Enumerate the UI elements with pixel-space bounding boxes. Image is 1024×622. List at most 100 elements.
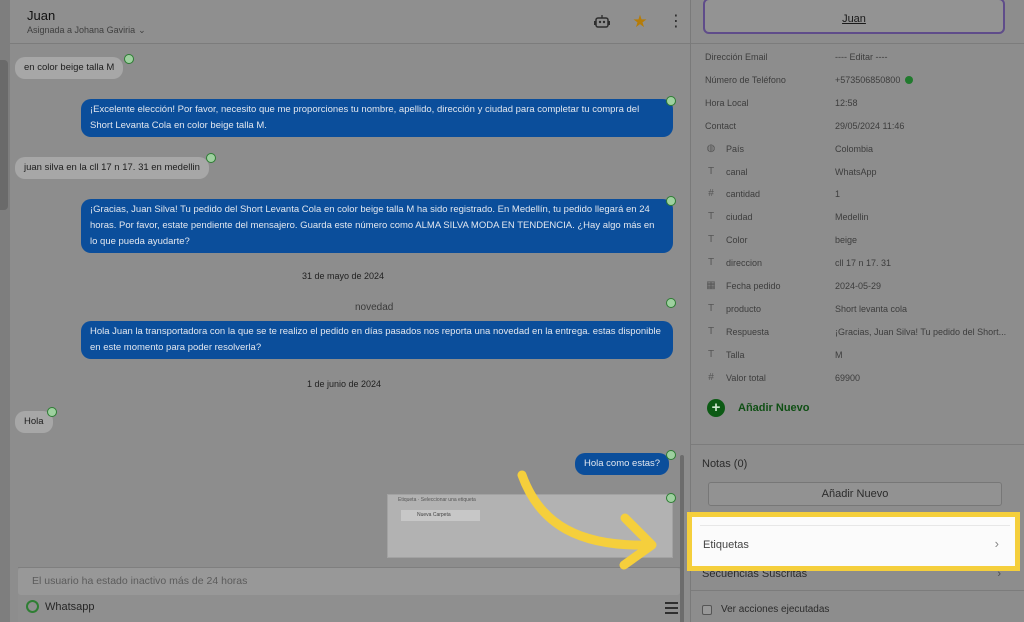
ver-acciones-row[interactable]: Ver acciones ejecutadas (702, 604, 829, 615)
assignee-dropdown[interactable]: Asignada a Johana Gaviria ⌄ (27, 25, 146, 36)
star-icon[interactable]: ★ (630, 12, 650, 32)
attachment-caption: Etiqueta · Seleccionar una etiqueta (398, 497, 476, 503)
field-row[interactable]: Tdireccion cll 17 n 17. 31 (705, 256, 1015, 272)
ver-acciones-checkbox[interactable] (702, 604, 712, 615)
date-separator: 1 de junio de 2024 (307, 379, 382, 389)
field-value: ¡Gracias, Juan Silva! Tu pedido del Shor… (835, 327, 1010, 337)
left-collapse-handle[interactable] (0, 60, 8, 210)
divider (700, 525, 1010, 526)
field-value: ---- Editar ---- (835, 52, 1010, 62)
text-icon: T (707, 302, 715, 314)
field-value: +573506850800 (835, 75, 1010, 85)
field-label: Dirección Email (705, 52, 768, 62)
field-value-text: WhatsApp (835, 166, 877, 177)
text-icon: T (707, 211, 715, 223)
field-row[interactable]: Dirección Email ---- Editar ---- (705, 50, 1015, 66)
field-row[interactable]: Hora Local 12:58 (705, 96, 1015, 112)
add-field-button[interactable]: + Añadir Nuevo (707, 399, 810, 417)
divider (691, 43, 1024, 44)
field-label: Fecha pedido (726, 281, 781, 291)
field-value: Colombia (835, 144, 1010, 154)
field-row[interactable]: ◍ País Colombia (705, 142, 1015, 158)
field-label: Talla (726, 349, 745, 360)
etiquetas-row-highlighted[interactable]: Etiquetas › (687, 512, 1020, 571)
calendar-icon: ▦ (706, 280, 716, 291)
field-value: beige (835, 235, 1010, 245)
field-value: WhatsApp (835, 167, 1010, 177)
message-outgoing: ¡Excelente elección! Por favor, necesito… (81, 99, 673, 137)
field-value: 69900 (835, 373, 1010, 383)
text-icon: T (707, 348, 715, 360)
whatsapp-icon (666, 96, 676, 106)
hash-icon: # (708, 188, 714, 200)
robot-icon[interactable] (592, 12, 612, 32)
field-value-text: 1 (835, 189, 841, 200)
field-row[interactable]: T Respuesta ¡Gracias, Juan Silva! Tu pedid… (705, 325, 1015, 341)
chevron-right-icon: › (994, 536, 999, 551)
chat-header: Juan Asignada a Johana Gaviria ⌄ ★ ⋮ (10, 0, 690, 44)
etiquetas-label: Etiquetas (703, 539, 749, 551)
field-row[interactable]: # Valor total 69900 (705, 371, 1015, 387)
attachment-chip: Nueva Carpeta (401, 510, 480, 521)
field-row[interactable]: # cantidad 1 (705, 187, 1015, 203)
field-row[interactable]: Tproducto Short levanta cola (705, 302, 1015, 318)
field-value-text: ---- Editar ---- (835, 52, 888, 62)
field-value-text: 2024-05-29 (835, 281, 882, 291)
field-label: canal (726, 166, 748, 177)
more-vertical-icon[interactable]: ⋮ (666, 12, 686, 32)
divider (691, 444, 1024, 445)
field-value: Short levanta cola (835, 304, 1010, 314)
field-value: M (835, 350, 1010, 360)
field-label: Valor total (726, 372, 766, 383)
field-value-text: 69900 (835, 372, 861, 383)
contact-name: Juan (27, 8, 56, 23)
field-row[interactable]: Tcanal WhatsApp (705, 165, 1015, 181)
ver-acciones-label: Ver acciones ejecutadas (721, 604, 830, 615)
field-value-text: Colombia (835, 143, 874, 154)
highlight-arrow-icon (517, 470, 657, 570)
field-label: Número de Teléfono (705, 74, 786, 85)
whatsapp-icon (47, 407, 57, 417)
whatsapp-icon (666, 196, 676, 206)
chevron-down-icon: ⌄ (138, 25, 146, 35)
add-note-button[interactable]: Añadir Nuevo (708, 482, 1002, 506)
divider (691, 590, 1024, 591)
field-value-text: ¡Gracias, Juan Silva! Tu pedido del Shor… (835, 326, 1007, 337)
channel-selector[interactable]: Whatsapp (26, 600, 95, 613)
field-label: País (726, 143, 745, 154)
field-label: producto (726, 303, 762, 314)
message-outgoing: Hola Juan la transportadora con la que s… (81, 321, 673, 359)
note-label: novedad (355, 302, 394, 313)
field-value: Medellin (835, 212, 1010, 222)
field-row[interactable]: Tciudad Medellin (705, 210, 1015, 226)
text-icon: T (707, 234, 715, 246)
field-row[interactable]: Número de Teléfono +573506850800 (705, 73, 1015, 89)
field-value: 29/05/2024 11:46 (835, 121, 1010, 131)
message-incoming: juan silva en la cll 17 n 17. 31 en mede… (15, 157, 209, 179)
field-value-text: M (835, 349, 843, 360)
text-icon: T (707, 325, 715, 337)
field-label: Hora Local (705, 97, 749, 108)
field-value: 2024-05-29 (835, 281, 1010, 291)
hash-icon: # (708, 371, 714, 383)
field-row[interactable]: T Color beige (705, 233, 1015, 249)
plus-icon: + (707, 399, 725, 417)
field-row[interactable]: ▦ Fecha pedido 2024-05-29 (705, 279, 1015, 295)
date-separator: 31 de mayo de 2024 (302, 271, 385, 281)
field-label: cantidad (726, 189, 761, 200)
field-row[interactable]: T Talla M (705, 348, 1015, 364)
message-incoming: en color beige talla M (15, 57, 124, 79)
add-field-label: Añadir Nuevo (738, 402, 810, 414)
sidebar-contact-name[interactable]: Juan (703, 0, 1005, 34)
field-value-text: Medellin (835, 212, 869, 223)
whatsapp-icon (666, 298, 676, 308)
hamburger-menu-icon[interactable] (665, 602, 678, 617)
field-label: ciudad (726, 212, 753, 223)
field-value-text: beige (835, 235, 858, 246)
field-label: Contact (705, 120, 737, 131)
field-row[interactable]: Contact 29/05/2024 11:46 (705, 119, 1015, 135)
field-value: 12:58 (835, 98, 1010, 108)
field-value-text: cll 17 n 17. 31 (835, 258, 892, 269)
field-value-text: 29/05/2024 11:46 (835, 120, 905, 131)
whatsapp-icon (26, 600, 39, 613)
